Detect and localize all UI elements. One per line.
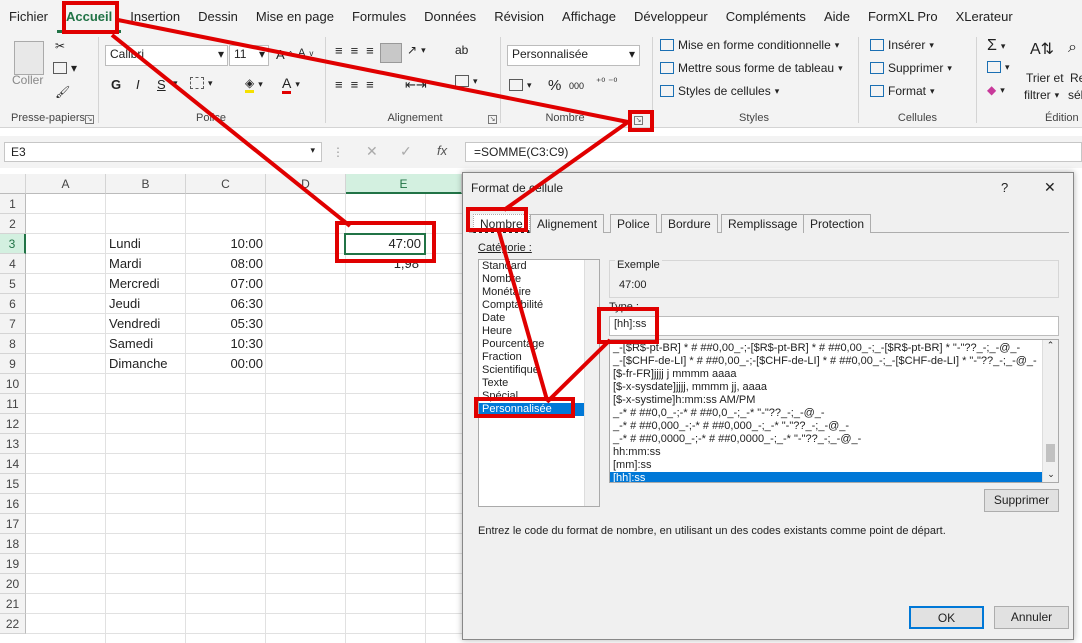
highlight-type-field: [597, 307, 659, 344]
arrow-tab-to-category: [496, 227, 549, 401]
highlight-personnalisee: [474, 397, 575, 418]
arrow-category-to-type: [545, 338, 612, 404]
arrow-accueil-to-cell: [110, 33, 352, 228]
highlight-cell-e3: [335, 221, 436, 263]
annotation-arrows: [110, 18, 630, 404]
arrow-accueil-to-launcher: [117, 18, 629, 124]
highlight-accueil-tab: [62, 1, 119, 34]
highlight-number-launcher: [628, 110, 654, 132]
highlight-nombre-tab: [466, 207, 528, 232]
arrow-launcher-to-tab: [502, 120, 630, 212]
